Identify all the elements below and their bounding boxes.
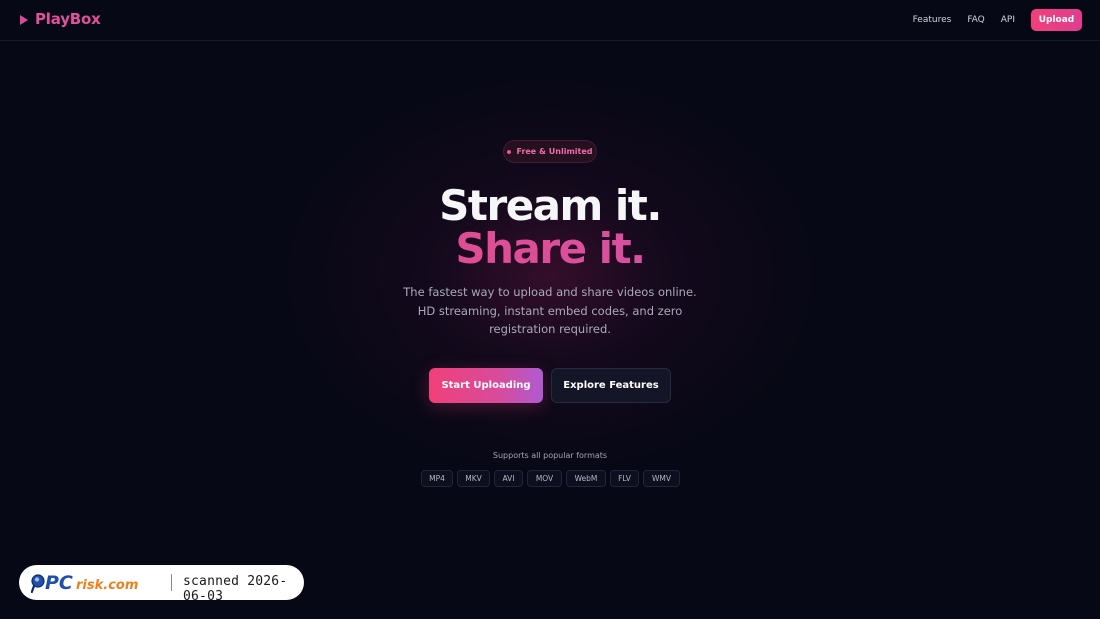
nav-links: Features FAQ API Upload xyxy=(913,9,1082,31)
play-triangle-icon xyxy=(20,14,28,25)
badge-dot-icon xyxy=(507,149,512,154)
format-chip-webm: WebM xyxy=(566,470,606,487)
watermark-stamp: scanned 2026-06-03 xyxy=(183,574,288,604)
format-chip-wmv: WMV xyxy=(643,470,680,487)
nav-link-features[interactable]: Features xyxy=(913,15,952,25)
watermark-divider xyxy=(171,574,172,591)
format-chip-flv: FLV xyxy=(610,470,639,487)
free-unlimited-badge: Free & Unlimited xyxy=(503,140,597,163)
format-chip-mkv: MKV xyxy=(457,470,490,487)
pcrisk-watermark: PC risk.com scanned 2026-06-03 xyxy=(19,565,304,604)
hero-headline-line1: Stream it. xyxy=(439,181,662,230)
nav-link-faq[interactable]: FAQ xyxy=(967,15,984,25)
badge-text: Free & Unlimited xyxy=(516,147,593,156)
hero-headline-line2: Share it. xyxy=(0,227,1100,271)
format-chip-mov: MOV xyxy=(527,470,562,487)
brand-name: PlayBox xyxy=(35,10,101,28)
nav-link-api[interactable]: API xyxy=(1001,15,1015,25)
hero-subtitle: The fastest way to upload and share vide… xyxy=(403,285,697,337)
formats-caption: Supports all popular formats xyxy=(492,451,608,460)
start-uploading-button[interactable]: Start Uploading xyxy=(429,368,543,403)
format-chip-mp4: MP4 xyxy=(421,470,453,487)
svg-text:risk.com: risk.com xyxy=(76,578,138,593)
pcrisk-logo: PC risk.com xyxy=(31,572,138,594)
svg-text:PC: PC xyxy=(45,572,73,594)
format-chip-avi: AVI xyxy=(494,470,523,487)
page: PlayBox Features FAQ API Upload Free & U… xyxy=(0,0,1100,619)
explore-features-button[interactable]: Explore Features xyxy=(551,368,671,403)
brand-logo[interactable]: PlayBox xyxy=(20,10,101,28)
navbar: PlayBox Features FAQ API Upload xyxy=(0,0,1100,41)
upload-button[interactable]: Upload xyxy=(1031,9,1082,31)
